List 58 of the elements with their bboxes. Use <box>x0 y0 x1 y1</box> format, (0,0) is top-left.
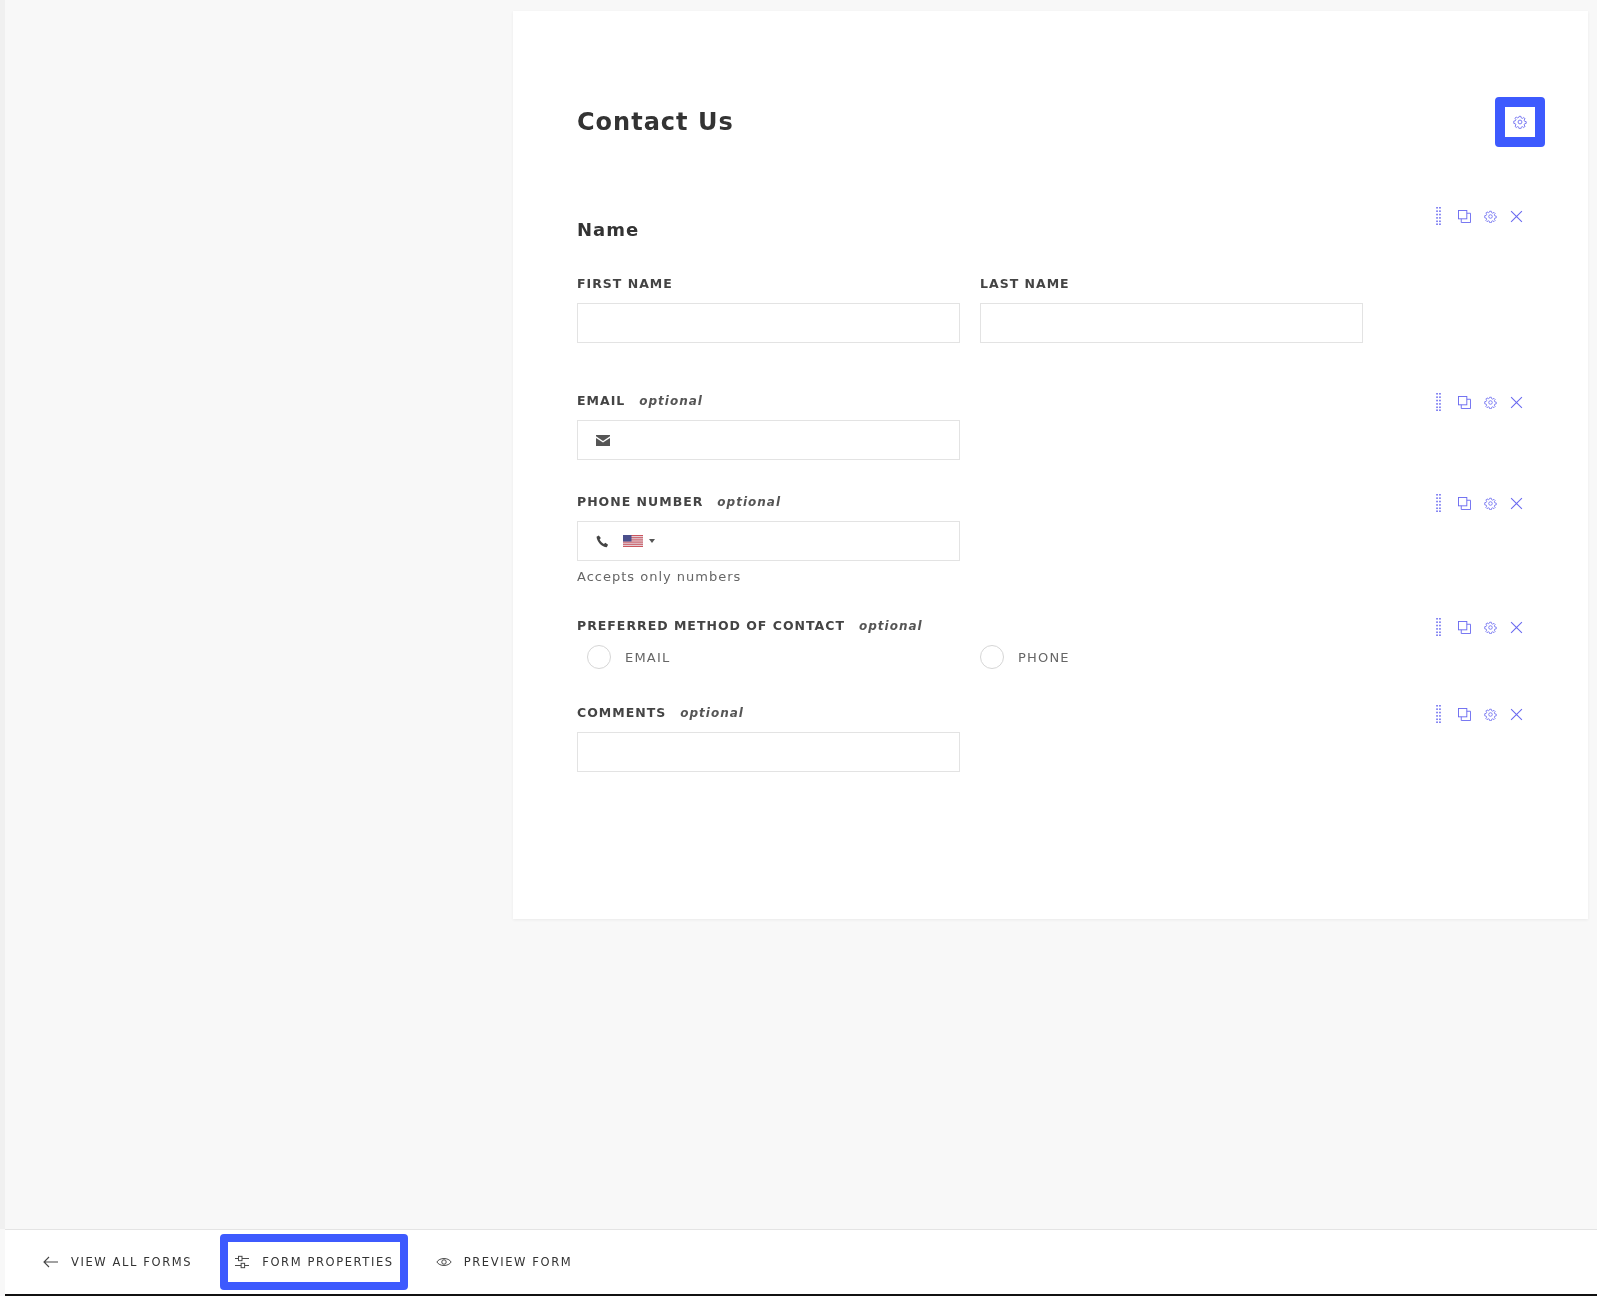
radio-label: PHONE <box>1018 649 1070 665</box>
settings-icon <box>1483 395 1497 409</box>
email-field[interactable] <box>577 420 960 460</box>
drag-handle-icon <box>1435 207 1441 225</box>
settings-icon <box>1483 209 1497 223</box>
country-dropdown[interactable] <box>623 535 655 547</box>
form-title: Contact Us <box>577 108 734 136</box>
input-field[interactable] <box>577 732 960 772</box>
radio-button[interactable] <box>980 645 1004 669</box>
close-icon <box>1509 496 1523 510</box>
group-heading: Name <box>577 219 641 240</box>
duplicate-icon <box>1457 209 1471 223</box>
arrow-left-icon <box>43 1255 59 1269</box>
phone-icon <box>596 534 609 548</box>
duplicate-button[interactable] <box>1457 393 1471 411</box>
caret-icon <box>649 539 655 543</box>
optional-tag: optional <box>639 394 703 408</box>
duplicate-button[interactable] <box>1457 494 1471 512</box>
duplicate-icon <box>1457 395 1471 409</box>
drag-handle-icon <box>1435 393 1441 411</box>
field-label: PREFERRED METHOD OF CONTACT <box>577 618 845 633</box>
form-settings-button[interactable] <box>1495 97 1545 147</box>
optional-tag: optional <box>680 706 744 720</box>
optional-tag: optional <box>717 495 782 509</box>
duplicate-button[interactable] <box>1457 207 1471 225</box>
duplicate-icon <box>1457 496 1471 510</box>
drag-handle-icon <box>1435 705 1441 723</box>
flag-icon <box>623 535 643 547</box>
radio-button[interactable] <box>587 645 611 669</box>
settings-icon <box>1483 496 1497 510</box>
close-icon <box>1509 209 1523 223</box>
duplicate-button[interactable] <box>1457 618 1471 636</box>
drag-handle-icon <box>1435 494 1441 512</box>
field-label: PHONE NUMBER <box>577 494 704 509</box>
optional-tag: optional <box>858 619 923 633</box>
envelope-icon <box>596 434 610 446</box>
radio-label: EMAIL <box>625 649 671 665</box>
settings-icon <box>1483 707 1497 721</box>
phone-field[interactable] <box>577 521 960 561</box>
field-label: EMAIL <box>577 393 626 408</box>
nav-button[interactable]: FORM PROPERTIES <box>220 1234 408 1290</box>
eye-icon <box>435 1255 452 1269</box>
duplicate-icon <box>1457 620 1471 634</box>
close-icon <box>1509 620 1523 634</box>
field-label: FIRST NAME <box>577 276 673 291</box>
field-label: COMMENTS <box>577 705 667 720</box>
close-icon <box>1509 395 1523 409</box>
duplicate-icon <box>1457 707 1471 721</box>
input-field[interactable] <box>980 303 1363 343</box>
settings-icon <box>1483 620 1497 634</box>
sliders-icon <box>234 1255 251 1269</box>
input-field[interactable] <box>577 303 960 343</box>
drag-handle-icon <box>1435 618 1441 636</box>
field-label: LAST NAME <box>980 276 1070 291</box>
hint-text: Accepts only numbers <box>577 569 743 584</box>
close-icon <box>1509 707 1523 721</box>
duplicate-button[interactable] <box>1457 705 1471 723</box>
settings-icon <box>1513 115 1527 129</box>
